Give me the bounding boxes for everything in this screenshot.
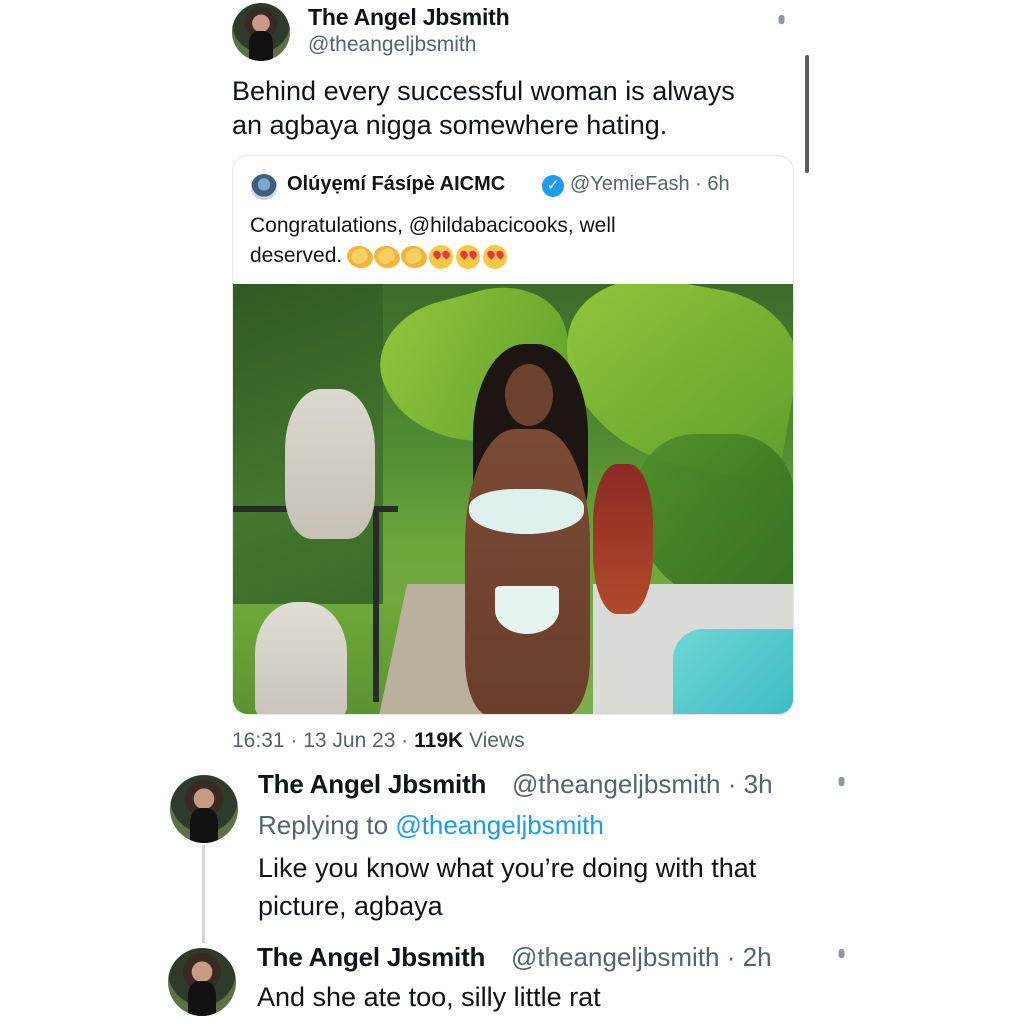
reply-author-handle[interactable]: @theangeljbsmith · 3h: [512, 769, 773, 800]
photo-person: [465, 429, 590, 714]
heart-eyes-emoji-icon: [456, 244, 481, 269]
quoted-text-line-2: deserved.: [250, 240, 770, 274]
more-options-icon[interactable]: •••: [769, 14, 794, 19]
author-avatar[interactable]: [232, 3, 290, 61]
heart-eyes-emoji-icon: [429, 244, 454, 269]
replying-prefix: Replying to: [258, 810, 396, 840]
replying-mention-link[interactable]: @theangeljbsmith: [395, 810, 604, 840]
tweet-text-line-2: an agbaya nigga somewhere hating.: [232, 110, 668, 140]
reply-author-handle[interactable]: @theangeljbsmith · 2h: [511, 942, 772, 973]
quoted-author-name[interactable]: Olúyẹmí Fásípè AICMC: [287, 173, 505, 196]
more-options-icon[interactable]: •••: [829, 776, 854, 781]
clapping-hands-emoji-icon: [370, 240, 404, 274]
reply-avatar[interactable]: [168, 948, 236, 1016]
photo-pool: [673, 629, 793, 714]
thread-connector-line: [202, 845, 205, 943]
quoted-text-line-1: Congratulations, @hildabacicooks, well: [250, 214, 616, 237]
tweet-meta: 16:31 · 13 Jun 23 · 119K Views: [232, 729, 525, 753]
replying-to: Replying to @theangeljbsmith: [258, 810, 604, 841]
quoted-tweet-text: Congratulations, @hildabacicooks, well d…: [250, 211, 770, 274]
tweet-text: Behind every successful woman is always …: [232, 74, 792, 142]
author-name[interactable]: The Angel Jbsmith: [308, 4, 510, 31]
views-label: Views: [463, 729, 525, 752]
reply-author-name[interactable]: The Angel Jbsmith: [258, 769, 486, 800]
photo-palm: [633, 434, 793, 604]
author-handle[interactable]: @theangeljbsmith: [308, 33, 476, 57]
views-count[interactable]: 119K: [414, 729, 463, 752]
photo-person-face: [505, 364, 553, 426]
clapping-hands-emoji-icon: [397, 240, 431, 274]
verified-badge-icon: ✓: [542, 175, 564, 197]
quoted-tweet-card[interactable]: Olúyẹmí Fásípè AICMC ✓ @YemieFash · 6h C…: [232, 155, 794, 715]
photo-swimwear-top: [469, 489, 584, 534]
reply-avatar[interactable]: [170, 775, 238, 843]
quoted-author-handle[interactable]: @YemieFash · 6h: [570, 173, 730, 196]
scrollbar[interactable]: [805, 55, 809, 173]
tweet-timestamp[interactable]: 16:31 · 13 Jun 23 ·: [232, 729, 414, 752]
quoted-author-avatar[interactable]: [251, 174, 277, 200]
tweet-photo[interactable]: [233, 284, 793, 714]
emoji-row: [343, 240, 510, 274]
reply-author-name[interactable]: The Angel Jbsmith: [257, 942, 485, 973]
clapping-hands-emoji-icon: [343, 240, 377, 274]
photo-red-plant: [593, 464, 653, 614]
photo-stand-leg: [373, 512, 379, 702]
reply-text-line-1: Like you know what you’re doing with tha…: [258, 853, 757, 883]
reply-text-line-1: And she ate too, silly little rat: [257, 982, 601, 1012]
reply-text-line-2: picture, agbaya: [258, 891, 443, 921]
photo-head-statue: [255, 602, 347, 714]
quoted-text-line-2-text: deserved.: [250, 244, 349, 267]
heart-eyes-emoji-icon: [483, 244, 508, 269]
photo-swimwear-bottom: [495, 586, 559, 634]
tweet-text-line-1: Behind every successful woman is always: [232, 76, 735, 106]
more-options-icon[interactable]: •••: [829, 948, 854, 953]
photo-bust-statue: [285, 389, 375, 539]
